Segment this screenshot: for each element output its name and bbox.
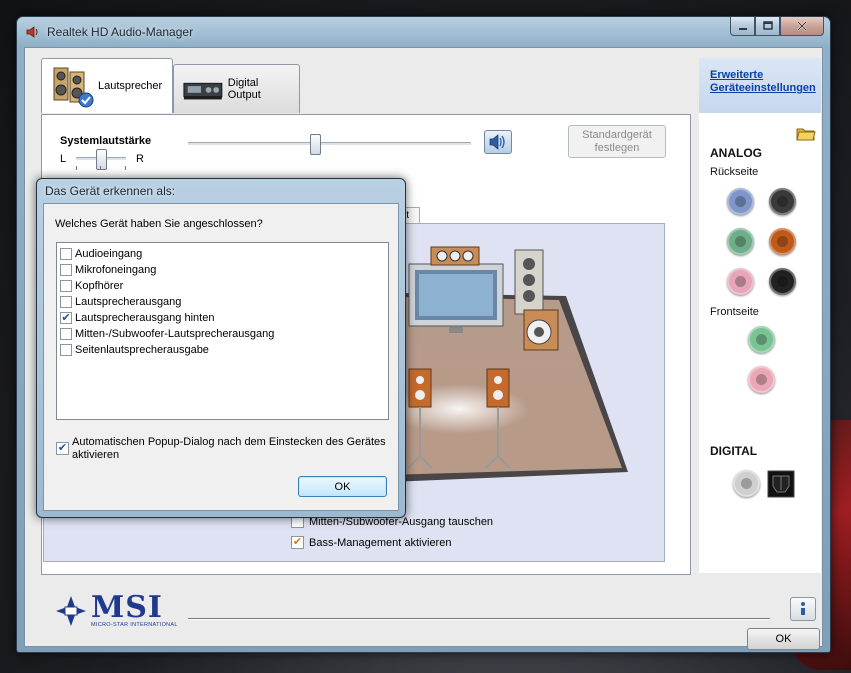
device-type-list: Audioeingang Mikrofoneingang Kopfhörer Laut… [56,242,389,420]
speakers-icon [53,67,94,108]
balance-slider-thumb[interactable] [96,149,107,170]
mute-button[interactable] [484,130,512,154]
msi-logo: MSI MICRO-STAR INTERNATIONAL [55,590,178,628]
device-type-item[interactable]: Kopfhörer [60,278,388,294]
rear-jack-2[interactable] [769,188,796,215]
dialog-question: Welches Gerät haben Sie angeschlossen? [55,218,263,230]
device-type-item[interactable]: Lautsprecherausgang [60,294,388,310]
set-default-device-button[interactable]: Standardgerät festlegen [568,125,666,158]
tab-digital-output-label: Digital Output [227,77,261,101]
balance-slider[interactable] [76,149,126,170]
front-label: Frontseite [710,306,759,318]
tab-speakers[interactable]: Lautsprecher [41,58,173,113]
rear-jack-5[interactable] [727,268,754,295]
device-type-item[interactable]: ✔ Lautsprecherausgang hinten [60,310,388,326]
auto-popup-option[interactable]: ✔ Automatischen Popup-Dialog nach dem Ei… [56,436,386,462]
maximize-button[interactable] [755,17,780,36]
dialog-title: Das Gerät erkennen als: [45,184,176,198]
digital-coax-jack[interactable] [733,470,760,497]
advanced-settings-link[interactable]: Erweiterte Geräteeinstellungen [710,69,818,95]
front-jack-2[interactable] [748,366,775,393]
device-type-checkbox[interactable]: ✔ [60,312,72,324]
device-type-checkbox[interactable] [60,280,72,292]
device-type-label: Mikrofoneingang [75,264,157,276]
device-type-checkbox[interactable] [60,264,72,276]
rear-label: Rückseite [710,166,759,178]
device-type-item[interactable]: Audioeingang [60,246,388,262]
device-type-label: Lautsprecherausgang [75,296,182,308]
dialog-client: Welches Gerät haben Sie angeschlossen? A… [43,203,399,511]
dialog-ok-button[interactable]: OK [298,476,387,497]
system-volume-group: Systemlautstärke L R [60,135,152,170]
balance-right-label: R [136,153,144,165]
device-type-checkbox[interactable] [60,344,72,356]
bass-management-checkbox[interactable]: ✔ [291,536,304,549]
device-type-label: Audioeingang [75,248,143,260]
msi-brand-subtitle: MICRO-STAR INTERNATIONAL [91,622,178,628]
device-type-label: Lautsprecherausgang hinten [75,312,215,324]
device-type-checkbox[interactable] [60,328,72,340]
rear-jack-3[interactable] [727,228,754,255]
close-button[interactable] [780,17,824,36]
device-tabs: Lautsprecher Digital Output [41,58,300,113]
tab-digital-output[interactable]: Digital Output [173,64,300,113]
volume-slider-thumb[interactable] [310,134,322,155]
device-type-item[interactable]: Mikrofoneingang [60,262,388,278]
auto-popup-checkbox[interactable]: ✔ [56,442,69,455]
title-bar[interactable]: Realtek HD Audio-Manager [17,17,830,47]
device-type-label: Seitenlautsprecherausgabe [75,344,209,356]
window-title: Realtek HD Audio-Manager [47,25,194,39]
connector-panel: Erweiterte Geräteeinstellungen ANALOG Rü… [699,58,821,573]
rear-jack-6[interactable] [769,268,796,295]
speaker-volume-icon [489,134,505,150]
balance-left-label: L [60,153,67,165]
info-icon [801,602,805,615]
msi-star-icon [56,596,86,626]
device-type-label: Kopfhörer [75,280,124,292]
device-type-item[interactable]: Mitten-/Subwoofer-Lautsprecherausgang [60,326,388,342]
footer-divider [188,618,770,620]
digital-device-icon [183,82,223,100]
info-button[interactable] [790,597,816,621]
bass-management-label: Bass-Management aktivieren [309,536,452,549]
device-type-checkbox[interactable] [60,248,72,260]
main-ok-button[interactable]: OK [747,628,820,650]
msi-brand-name: MSI [91,590,163,625]
rear-jack-1[interactable] [727,188,754,215]
auto-popup-label: Automatischen Popup-Dialog nach dem Eins… [72,436,386,461]
minimize-button[interactable] [730,17,755,36]
volume-slider[interactable] [188,134,471,155]
device-type-item[interactable]: Seitenlautsprecherausgabe [60,342,388,358]
device-detection-dialog: Das Gerät erkennen als: Welches Gerät ha… [36,178,406,518]
speaker-app-icon [25,24,41,40]
set-default-device-label: Standardgerät festlegen [582,129,652,154]
rear-jack-4[interactable] [769,228,796,255]
optical-port-icon[interactable] [767,470,795,498]
system-volume-title: Systemlautstärke [60,135,152,147]
front-jack-1[interactable] [748,326,775,353]
analog-heading: ANALOG [710,146,762,160]
balance-control: L R [60,149,152,170]
tab-speakers-label: Lautsprecher [98,80,163,92]
folder-icon[interactable] [796,124,816,142]
advanced-settings-header: Erweiterte Geräteeinstellungen [699,58,821,113]
device-type-label: Mitten-/Subwoofer-Lautsprecherausgang [75,328,275,340]
device-type-checkbox[interactable] [60,296,72,308]
option-bass-management[interactable]: ✔ Bass-Management aktivieren [291,536,451,549]
digital-heading: DIGITAL [710,444,758,458]
